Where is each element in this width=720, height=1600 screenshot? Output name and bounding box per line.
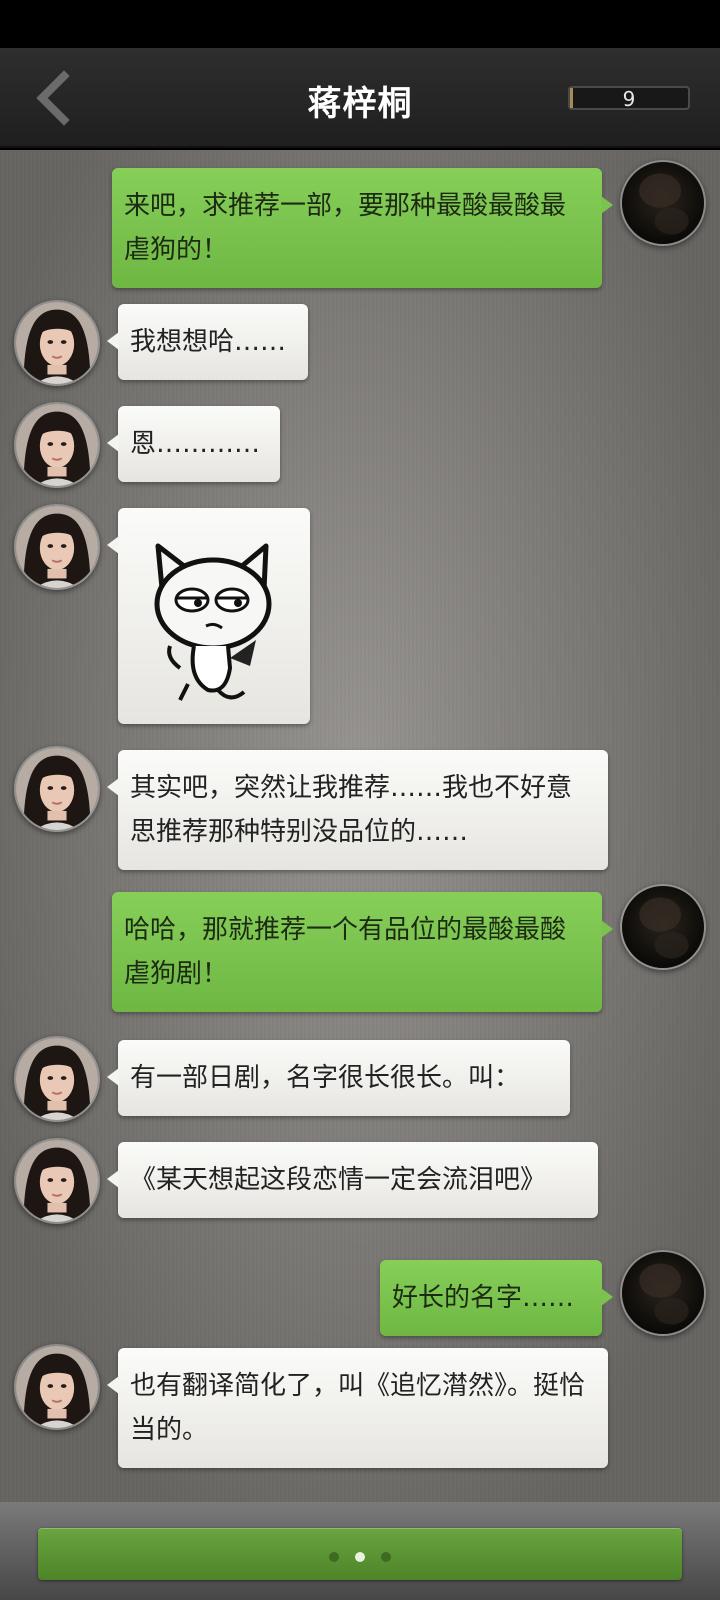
message-text: 好长的名字…… bbox=[392, 1283, 575, 1313]
user-avatar[interactable] bbox=[620, 884, 706, 970]
three-dots-icon bbox=[38, 1547, 682, 1566]
reply-bar[interactable] bbox=[38, 1528, 682, 1580]
message-text: 有一部日剧，名字很长很长。叫： bbox=[130, 1063, 521, 1093]
bubble-tail bbox=[107, 1376, 119, 1394]
footer bbox=[0, 1502, 720, 1600]
message-text: 《某天想起这段恋情一定会流泪吧》 bbox=[130, 1165, 547, 1195]
incoming-bubble[interactable]: 也有翻译简化了，叫《追忆潸然》。挺恰当的。 bbox=[107, 1348, 608, 1468]
bubble-tail bbox=[601, 920, 613, 938]
bubble-tail bbox=[107, 778, 119, 796]
message-counter: 9 bbox=[568, 86, 690, 111]
user-avatar[interactable] bbox=[620, 160, 706, 246]
dot bbox=[355, 1552, 365, 1562]
incoming-bubble[interactable]: 有一部日剧，名字很长很长。叫： bbox=[107, 1040, 570, 1116]
counter-value: 9 bbox=[622, 87, 636, 111]
bubble-tail bbox=[107, 536, 119, 554]
incoming-bubble[interactable]: 《某天想起这段恋情一定会流泪吧》 bbox=[107, 1142, 598, 1218]
contact-avatar[interactable] bbox=[14, 504, 100, 590]
chat-area[interactable]: 来吧，求推荐一部，要那种最酸最酸最虐狗的！ 我想想哈…… 恩………… 其实吧，突… bbox=[0, 150, 720, 1502]
message-text: 来吧，求推荐一部，要那种最酸最酸最虐狗的！ bbox=[124, 191, 567, 265]
message-text: 恩………… bbox=[130, 429, 261, 459]
message-text: 其实吧，突然让我推荐……我也不好意思推荐那种特别没品位的…… bbox=[130, 773, 573, 847]
message-text: 我想想哈…… bbox=[130, 327, 287, 357]
dot bbox=[329, 1552, 339, 1562]
bubble-tail bbox=[107, 434, 119, 452]
contact-avatar[interactable] bbox=[14, 746, 100, 832]
dot bbox=[381, 1552, 391, 1562]
bubble-tail bbox=[107, 332, 119, 350]
contact-avatar[interactable] bbox=[14, 300, 100, 386]
outgoing-bubble[interactable]: 来吧，求推荐一部，要那种最酸最酸最虐狗的！ bbox=[112, 168, 613, 288]
user-avatar[interactable] bbox=[620, 1250, 706, 1336]
outgoing-bubble[interactable]: 哈哈，那就推荐一个有品位的最酸最酸虐狗剧！ bbox=[112, 892, 613, 1012]
contact-avatar[interactable] bbox=[14, 402, 100, 488]
incoming-bubble[interactable]: 恩………… bbox=[107, 406, 280, 482]
sticker-bubble[interactable] bbox=[107, 508, 310, 724]
incoming-bubble[interactable]: 其实吧，突然让我推荐……我也不好意思推荐那种特别没品位的…… bbox=[107, 750, 608, 870]
message-text: 也有翻译简化了，叫《追忆潸然》。挺恰当的。 bbox=[130, 1371, 586, 1445]
contact-avatar[interactable] bbox=[14, 1344, 100, 1430]
message-text: 哈哈，那就推荐一个有品位的最酸最酸虐狗剧！ bbox=[124, 915, 567, 989]
bubble-tail bbox=[601, 1288, 613, 1306]
bubble-tail bbox=[107, 1170, 119, 1188]
bubble-tail bbox=[107, 1068, 119, 1086]
status-bar bbox=[0, 0, 720, 48]
bubble-tail bbox=[601, 196, 613, 214]
chat-header: 蒋梓桐 9 bbox=[0, 48, 720, 148]
contact-avatar[interactable] bbox=[14, 1036, 100, 1122]
devil-cat-sticker bbox=[154, 543, 272, 701]
incoming-bubble[interactable]: 我想想哈…… bbox=[107, 304, 308, 380]
outgoing-bubble[interactable]: 好长的名字…… bbox=[380, 1260, 613, 1336]
contact-avatar[interactable] bbox=[14, 1138, 100, 1224]
